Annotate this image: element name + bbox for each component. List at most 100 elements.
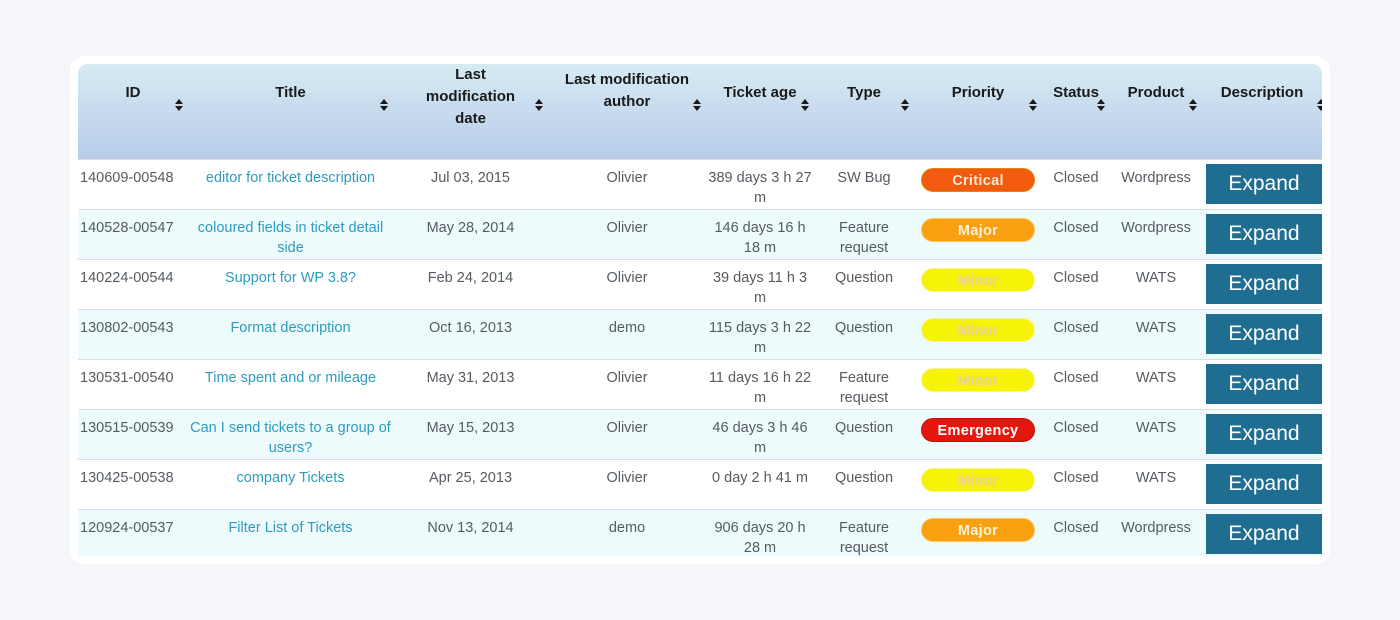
- tickets-table-container: ID Title Last modification date Last mod…: [78, 64, 1322, 556]
- last-modification-author: Olivier: [606, 219, 648, 236]
- expand-button[interactable]: Expand: [1206, 363, 1322, 404]
- ticket-type: Feature request: [839, 519, 889, 556]
- table-body: 140609-00548 editor for ticket descripti…: [78, 159, 1322, 556]
- ticket-title-link[interactable]: Can I send tickets to a group of users?: [190, 420, 391, 456]
- column-header-label: Last modification date: [426, 64, 515, 130]
- last-modification-author: demo: [608, 319, 646, 336]
- ticket-status: Closed: [1053, 219, 1099, 236]
- priority-cell: Critical: [914, 159, 1042, 209]
- column-header-priority[interactable]: Priority: [914, 64, 1042, 159]
- description-cell: Expand: [1202, 259, 1322, 309]
- ticket-title-link[interactable]: company Tickets: [237, 470, 345, 486]
- ticket-type: Question: [834, 269, 894, 286]
- expand-button[interactable]: Expand: [1206, 263, 1322, 304]
- ticket-type: SW Bug: [837, 169, 891, 186]
- ticket-title-link[interactable]: coloured fields in ticket detail side: [198, 220, 383, 256]
- ticket-title-link[interactable]: Filter List of Tickets: [228, 520, 352, 536]
- table-row: 140224-00544 Support for WP 3.8? Feb 24,…: [78, 259, 1322, 309]
- last-modification-date: May 28, 2014: [426, 219, 515, 236]
- expand-button[interactable]: Expand: [1206, 313, 1322, 354]
- ticket-title-cell: coloured fields in ticket detail side: [188, 209, 393, 259]
- table-row: 130515-00539 Can I send tickets to a gro…: [78, 409, 1322, 459]
- sort-both-icon[interactable]: [174, 98, 184, 112]
- column-header-title[interactable]: Title: [188, 64, 393, 159]
- column-header-description[interactable]: Description: [1202, 64, 1322, 159]
- ticket-product: Wordpress: [1121, 169, 1191, 186]
- last-modification-author: Olivier: [606, 469, 648, 486]
- last-modification-date: Feb 24, 2014: [427, 269, 514, 286]
- last-modification-author: demo: [608, 519, 646, 536]
- priority-cell: Emergency: [914, 409, 1042, 459]
- last-modification-date: Apr 25, 2013: [428, 469, 513, 486]
- header-line: author: [603, 93, 651, 110]
- priority-badge: Major: [921, 217, 1035, 242]
- sort-both-icon[interactable]: [692, 98, 702, 112]
- last-modification-date: May 31, 2013: [426, 369, 515, 386]
- ticket-title-cell: Format description: [188, 309, 393, 359]
- sort-both-icon[interactable]: [534, 98, 544, 112]
- table-row: 140528-00547 coloured fields in ticket d…: [78, 209, 1322, 259]
- expand-button[interactable]: Expand: [1206, 413, 1322, 454]
- sort-both-icon[interactable]: [1316, 98, 1322, 112]
- expand-button[interactable]: Expand: [1206, 463, 1322, 504]
- priority-badge: Minor: [921, 267, 1035, 292]
- column-header-id[interactable]: ID: [78, 64, 188, 159]
- column-header-label: Product: [1127, 84, 1185, 101]
- ticket-title-cell: company Tickets: [188, 459, 393, 509]
- ticket-product: Wordpress: [1121, 519, 1191, 536]
- column-header-label: Title: [275, 84, 306, 101]
- ticket-title-link[interactable]: editor for ticket description: [206, 170, 375, 186]
- ticket-title-cell: Filter List of Tickets: [188, 509, 393, 556]
- column-header-last-modification-author[interactable]: Last modification author: [548, 64, 706, 159]
- last-modification-author: Olivier: [606, 169, 648, 186]
- last-modification-date: Jul 03, 2015: [430, 169, 510, 186]
- column-header-label: Last modification author: [565, 69, 689, 113]
- description-cell: Expand: [1202, 159, 1322, 209]
- ticket-age: 0 day 2 h 41 m: [712, 469, 808, 486]
- ticket-title-link[interactable]: Format description: [230, 320, 350, 336]
- expand-button[interactable]: Expand: [1206, 513, 1322, 554]
- ticket-product: Wordpress: [1121, 219, 1191, 236]
- ticket-status: Closed: [1053, 469, 1099, 486]
- column-header-ticket-age[interactable]: Ticket age: [706, 64, 814, 159]
- ticket-age: 146 days 16 h 18 m: [714, 219, 806, 256]
- ticket-type: Question: [834, 419, 894, 436]
- priority-cell: Major: [914, 209, 1042, 259]
- priority-badge: Minor: [921, 317, 1035, 342]
- sort-both-icon[interactable]: [800, 98, 810, 112]
- sort-both-icon[interactable]: [379, 98, 389, 112]
- column-header-last-modification-date[interactable]: Last modification date: [393, 64, 548, 159]
- ticket-status: Closed: [1053, 169, 1099, 186]
- expand-button[interactable]: Expand: [1206, 213, 1322, 254]
- description-cell: Expand: [1202, 409, 1322, 459]
- column-header-type[interactable]: Type: [814, 64, 914, 159]
- sort-both-icon[interactable]: [900, 98, 910, 112]
- last-modification-date: Nov 13, 2014: [427, 519, 514, 536]
- column-header-status[interactable]: Status: [1042, 64, 1110, 159]
- header-line: Last: [455, 66, 486, 83]
- ticket-age: 11 days 16 h 22 m: [708, 369, 812, 406]
- header-line: Last modification: [564, 71, 690, 88]
- column-header-label: Status: [1053, 84, 1099, 101]
- priority-cell: Minor: [914, 259, 1042, 309]
- table-header-row: ID Title Last modification date Last mod…: [78, 64, 1322, 159]
- sort-both-icon[interactable]: [1096, 98, 1106, 112]
- ticket-type: Feature request: [839, 219, 889, 256]
- priority-cell: Minor: [914, 359, 1042, 409]
- column-header-product[interactable]: Product: [1110, 64, 1202, 159]
- sort-both-icon[interactable]: [1028, 98, 1038, 112]
- ticket-product: WATS: [1135, 369, 1177, 386]
- priority-cell: Minor: [914, 309, 1042, 359]
- priority-cell: Major: [914, 509, 1042, 556]
- sort-both-icon[interactable]: [1188, 98, 1198, 112]
- ticket-title-link[interactable]: Support for WP 3.8?: [225, 270, 356, 286]
- expand-button[interactable]: Expand: [1206, 163, 1322, 204]
- description-cell: Expand: [1202, 359, 1322, 409]
- ticket-product: WATS: [1135, 269, 1177, 286]
- ticket-id: 140528-00547: [80, 219, 174, 236]
- priority-badge: Major: [921, 517, 1035, 542]
- ticket-title-link[interactable]: Time spent and or mileage: [205, 370, 376, 386]
- column-header-label: Description: [1220, 84, 1304, 101]
- description-cell: Expand: [1202, 309, 1322, 359]
- tickets-panel: ID Title Last modification date Last mod…: [70, 56, 1330, 564]
